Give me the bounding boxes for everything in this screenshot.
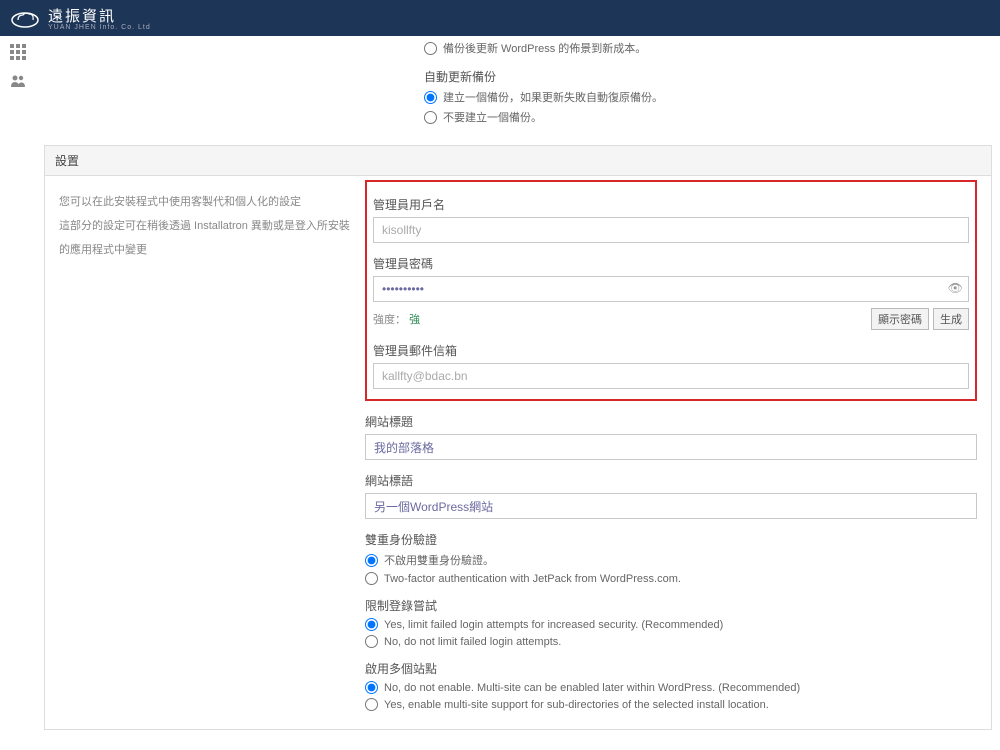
brand-logo: 遠振資訊 YUAN JHEN Info. Co. Ltd	[10, 5, 151, 31]
radio-input[interactable]	[424, 111, 437, 124]
radio-input[interactable]	[365, 554, 378, 567]
option-label: 建立一個備份，如果更新失敗自動復原備份。	[443, 89, 663, 105]
admin-password-label: 管理員密碼	[373, 255, 969, 272]
auto-backup-no[interactable]: 不要建立一個備份。	[424, 109, 978, 125]
option-label: No, do not limit failed login attempts.	[384, 636, 561, 648]
radio-input[interactable]	[365, 618, 378, 631]
settings-form: 管理員用戶名 管理員密碼 👁 強度： 強 顯示密碼	[365, 176, 991, 729]
admin-username-label: 管理員用戶名	[373, 196, 969, 213]
main-content: 備份後更新 WordPress 的佈景到新成本。 自動更新備份 建立一個備份，如…	[36, 36, 1000, 750]
option-label: Yes, limit failed login attempts for inc…	[384, 619, 723, 631]
cloud-icon	[10, 7, 40, 29]
brand-subtitle: YUAN JHEN Info. Co. Ltd	[48, 24, 151, 31]
site-tagline-label: 網站標語	[365, 472, 977, 489]
admin-password-input[interactable]	[373, 276, 969, 302]
strength-label: 強度：	[373, 314, 406, 326]
login-limit-no[interactable]: No, do not limit failed login attempts.	[365, 635, 977, 648]
multisite-label: 啟用多個站點	[365, 660, 977, 677]
desc-line-2: 這部分的設定可在稍後透過 Installatron 異動或是登入所安裝的應用程式…	[59, 214, 351, 262]
radio-input[interactable]	[365, 572, 378, 585]
users-icon[interactable]	[10, 74, 26, 91]
settings-section-header: 設置	[44, 145, 992, 176]
site-title-label: 網站標題	[365, 413, 977, 430]
admin-username-input[interactable]	[373, 217, 969, 243]
radio-input[interactable]	[365, 681, 378, 694]
left-sidebar	[0, 36, 36, 750]
radio-input[interactable]	[424, 91, 437, 104]
show-password-button[interactable]: 顯示密碼	[871, 308, 929, 330]
site-tagline-input[interactable]	[365, 493, 977, 519]
multisite-no[interactable]: No, do not enable. Multi-site can be ena…	[365, 681, 977, 694]
site-title-input[interactable]	[365, 434, 977, 460]
option-label: Yes, enable multi-site support for sub-d…	[384, 699, 769, 711]
admin-email-label: 管理員郵件信箱	[373, 342, 969, 359]
radio-input[interactable]	[365, 635, 378, 648]
option-label: 不啟用雙重身份驗證。	[384, 552, 494, 568]
strength-value: 強	[409, 314, 420, 326]
eye-icon[interactable]: 👁	[948, 281, 963, 295]
radio-input[interactable]	[365, 698, 378, 711]
twofa-jetpack-option[interactable]: Two-factor authentication with JetPack f…	[365, 572, 977, 585]
login-limit-yes[interactable]: Yes, limit failed login attempts for inc…	[365, 618, 977, 631]
admin-credentials-highlight: 管理員用戶名 管理員密碼 👁 強度： 強 顯示密碼	[365, 180, 977, 401]
multisite-yes[interactable]: Yes, enable multi-site support for sub-d…	[365, 698, 977, 711]
backup-update-option[interactable]: 備份後更新 WordPress 的佈景到新成本。	[424, 40, 978, 56]
option-label: 不要建立一個備份。	[443, 109, 542, 125]
radio-input[interactable]	[424, 42, 437, 55]
settings-description: 您可以在此安裝程式中使用客製代和個人化的設定 這部分的設定可在稍後透過 Inst…	[45, 176, 365, 729]
twofa-label: 雙重身份驗證	[365, 531, 977, 548]
grid-icon[interactable]	[10, 44, 26, 60]
option-label: 備份後更新 WordPress 的佈景到新成本。	[443, 40, 646, 56]
pre-settings-block: 備份後更新 WordPress 的佈景到新成本。 自動更新備份 建立一個備份，如…	[44, 40, 992, 145]
brand-title: 遠振資訊	[48, 5, 151, 26]
option-label: Two-factor authentication with JetPack f…	[384, 573, 681, 585]
twofa-disable-option[interactable]: 不啟用雙重身份驗證。	[365, 552, 977, 568]
generate-password-button[interactable]: 生成	[933, 308, 969, 330]
option-label: No, do not enable. Multi-site can be ena…	[384, 682, 800, 694]
top-header: 遠振資訊 YUAN JHEN Info. Co. Ltd	[0, 0, 1000, 36]
desc-line-1: 您可以在此安裝程式中使用客製代和個人化的設定	[59, 190, 351, 214]
login-limit-label: 限制登錄嘗試	[365, 597, 977, 614]
auto-backup-yes[interactable]: 建立一個備份，如果更新失敗自動復原備份。	[424, 89, 978, 105]
admin-email-input[interactable]	[373, 363, 969, 389]
auto-update-backup-label: 自動更新備份	[424, 68, 978, 85]
